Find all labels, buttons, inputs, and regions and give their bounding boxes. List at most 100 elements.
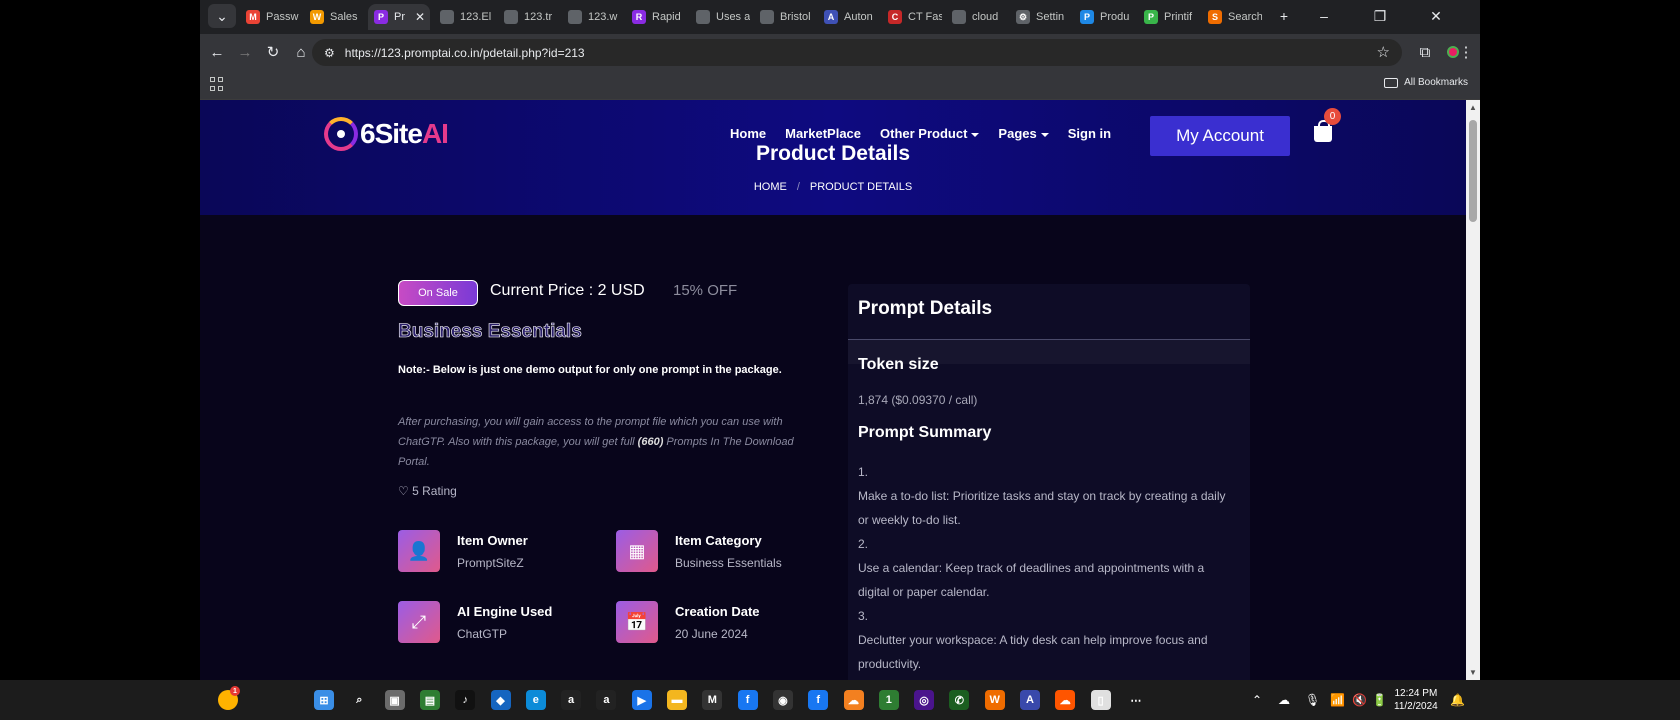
breadcrumb: HOME / PRODUCT DETAILS xyxy=(200,181,1466,193)
tab-label: 123.w xyxy=(588,11,618,23)
wp-icon[interactable]: W xyxy=(984,690,1005,710)
tab-search-button[interactable]: ⌄ xyxy=(208,4,236,28)
prompt-summary: 1. Make a to-do list: Prioritize tasks an… xyxy=(858,460,1238,676)
minimize-button[interactable]: – xyxy=(1310,4,1338,28)
tab-3[interactable]: 123.El xyxy=(434,4,494,30)
tab-5[interactable]: 123.w xyxy=(562,4,622,30)
bookmark-star-icon[interactable]: ☆ xyxy=(1377,43,1390,61)
purchase-info: After purchasing, you will gain access t… xyxy=(398,416,794,468)
demo-note: Note:- Below is just one demo output for… xyxy=(398,364,782,376)
meta-ai-engine-used: ⤢ AI Engine Used ChatGTP xyxy=(398,601,598,643)
expand-icon: ⤢ xyxy=(398,601,440,643)
tab-11[interactable]: cloud xyxy=(946,4,1006,30)
address-bar[interactable]: ⚙ https://123.promptai.co.in/pdetail.php… xyxy=(312,39,1402,66)
cloudflare-icon[interactable]: ☁ xyxy=(843,690,864,710)
tab-4[interactable]: 123.tr xyxy=(498,4,558,30)
a-app-icon[interactable]: A xyxy=(1020,690,1040,710)
nav-home[interactable]: Home xyxy=(730,126,766,141)
onedrive-icon[interactable]: ☁ xyxy=(1278,693,1290,707)
globe-icon xyxy=(568,10,582,24)
gmail-icon: M xyxy=(246,10,260,24)
tab-label: Passw xyxy=(266,11,299,23)
volume-icon[interactable]: 🔇 xyxy=(1352,693,1367,707)
tab-2[interactable]: P Pr ✕ xyxy=(368,4,430,30)
tab-0[interactable]: M Passw xyxy=(240,4,300,30)
breadcrumb-home[interactable]: HOME xyxy=(754,181,787,193)
tab-10[interactable]: C CT Fas xyxy=(882,4,942,30)
new-tab-button[interactable]: + xyxy=(1270,4,1298,28)
tab-15[interactable]: S Search xyxy=(1202,4,1262,30)
edge-icon[interactable]: e xyxy=(525,690,546,710)
mic-icon[interactable]: 🎙 xyxy=(1305,693,1320,707)
amazon-music-icon[interactable]: a xyxy=(596,690,617,710)
soundcloud-icon[interactable]: ☁ xyxy=(1055,690,1076,710)
site-info-icon[interactable]: ⚙ xyxy=(324,46,335,60)
auton-icon: A xyxy=(824,10,838,24)
maximize-button[interactable]: ❐ xyxy=(1366,4,1394,28)
amazon-icon[interactable]: a xyxy=(561,690,582,710)
start-icon[interactable]: ⊞ xyxy=(314,690,334,710)
file-explorer-icon[interactable]: ▬ xyxy=(667,690,687,710)
nav-sign-in[interactable]: Sign in xyxy=(1068,126,1111,141)
bookmarks-bar: All Bookmarks xyxy=(200,70,1480,100)
gear-icon: ⚙ xyxy=(1016,10,1030,24)
nav-marketplace[interactable]: MarketPlace xyxy=(785,126,861,141)
phone-icon[interactable]: ✆ xyxy=(949,690,970,710)
globe-icon xyxy=(440,10,454,24)
m-app-icon[interactable]: M xyxy=(702,690,723,710)
tab-label: Uses a xyxy=(716,11,750,23)
notifications-icon[interactable]: 🔔 xyxy=(1450,693,1465,707)
page-scrollbar[interactable]: ▲ ▼ xyxy=(1466,100,1480,680)
tab-6[interactable]: R Rapid xyxy=(626,4,686,30)
nav-pages[interactable]: Pages xyxy=(998,126,1048,141)
scroll-thumb[interactable] xyxy=(1469,120,1477,222)
notepad-icon[interactable]: ▯ xyxy=(1090,690,1111,710)
current-price: Current Price : 2 USD xyxy=(490,282,645,299)
wifi-icon[interactable]: 📶 xyxy=(1330,693,1345,707)
tray-chevron-icon[interactable]: ⌃ xyxy=(1252,693,1262,707)
battery-icon[interactable]: 🔋 xyxy=(1372,693,1387,707)
tab-1[interactable]: W Sales xyxy=(304,4,364,30)
cart-icon[interactable]: 0 xyxy=(1314,108,1341,142)
nav-other-product[interactable]: Other Product xyxy=(880,126,979,141)
weather-icon[interactable]: 1 xyxy=(218,686,240,710)
scroll-up-icon[interactable]: ▲ xyxy=(1469,103,1477,112)
main-nav: Home MarketPlace Other Product Pages Sign in xyxy=(730,126,1111,141)
apps-icon[interactable] xyxy=(210,77,224,91)
meta-creation-date: 📅 Creation Date 20 June 2024 xyxy=(616,601,816,643)
tab-9[interactable]: A Auton xyxy=(818,4,878,30)
game-icon[interactable]: ◎ xyxy=(914,690,935,710)
tab-8[interactable]: Bristol xyxy=(754,4,814,30)
meta-label: AI Engine Used xyxy=(457,604,553,619)
folder-app-icon[interactable]: ◆ xyxy=(490,690,511,710)
all-bookmarks[interactable]: All Bookmarks xyxy=(1384,77,1468,88)
forward-button[interactable]: → xyxy=(232,39,258,65)
github-icon[interactable]: ◉ xyxy=(772,690,793,710)
task-view-icon[interactable]: ▣ xyxy=(384,690,405,710)
one-icon[interactable]: 1 xyxy=(878,690,899,710)
tab-14[interactable]: P Printif xyxy=(1138,4,1198,30)
tab-12[interactable]: ⚙ Settin xyxy=(1010,4,1070,30)
more-icon[interactable]: ⋯ xyxy=(1126,690,1146,710)
tiktok-icon[interactable]: ♪ xyxy=(455,690,476,710)
rapid-icon: R xyxy=(632,10,646,24)
extensions-icon[interactable]: ⧉ xyxy=(1412,39,1438,65)
close-window-button[interactable]: ✕ xyxy=(1422,4,1450,28)
store-icon[interactable]: ▤ xyxy=(419,690,440,710)
system-clock[interactable]: 12:24 PM 11/2/2024 xyxy=(1394,687,1438,713)
globe-icon xyxy=(952,10,966,24)
scroll-down-icon[interactable]: ▼ xyxy=(1469,668,1477,677)
prime-video-icon[interactable]: ▶ xyxy=(631,690,652,710)
search-icon[interactable]: ⌕ xyxy=(349,690,369,710)
menu-icon[interactable]: ⋮ xyxy=(1454,39,1478,65)
back-button[interactable]: ← xyxy=(204,39,230,65)
tab-7[interactable]: Uses a xyxy=(690,4,750,30)
reload-button[interactable]: ↻ xyxy=(260,39,286,65)
home-button[interactable]: ⌂ xyxy=(288,39,314,65)
tab-label: Printif xyxy=(1164,11,1193,23)
facebook-2-icon[interactable]: f xyxy=(808,690,829,710)
summary-line: Use a calendar: Keep track of deadlines … xyxy=(858,561,1205,599)
tab-13[interactable]: P Produ xyxy=(1074,4,1134,30)
close-tab-icon[interactable]: ✕ xyxy=(415,10,425,24)
facebook-icon[interactable]: f xyxy=(737,690,758,710)
